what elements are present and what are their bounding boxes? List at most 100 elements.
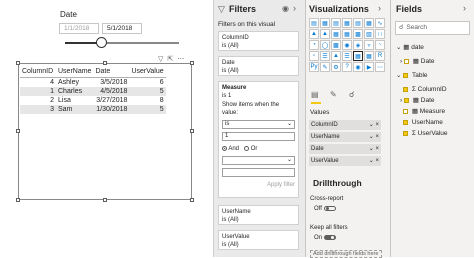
second-operator-dropdown[interactable]: ⌄ xyxy=(222,156,295,165)
python-visual-icon[interactable]: Py xyxy=(309,62,319,72)
toggle-switch[interactable] xyxy=(323,235,336,240)
map-icon[interactable]: ◉ xyxy=(342,40,352,50)
operator-dropdown[interactable]: is ⌄ xyxy=(222,120,295,129)
operand-input[interactable]: 1 xyxy=(222,132,295,141)
stacked-column-icon[interactable]: ▦ xyxy=(320,18,330,28)
more-options-icon[interactable]: ⋯ xyxy=(177,55,184,63)
slicer-start-date[interactable]: 1/1/2018 xyxy=(59,23,99,34)
field-item-columnid[interactable]: Σ ColumnID xyxy=(403,85,447,94)
checkbox[interactable] xyxy=(403,58,409,64)
checkbox-checked[interactable] xyxy=(403,119,408,125)
line-chart-icon[interactable]: ∿ xyxy=(375,18,385,28)
donut-chart-icon[interactable]: ◯ xyxy=(320,40,330,50)
resize-handle[interactable] xyxy=(16,61,20,65)
values-well-item[interactable]: UserName ⌄ × xyxy=(309,132,381,142)
filter-card-value: is (All) xyxy=(222,68,239,74)
scatter-icon[interactable]: ∷ xyxy=(375,29,385,39)
column-header[interactable]: ColumnID xyxy=(20,66,56,78)
area-chart-icon[interactable]: ▲ xyxy=(309,29,319,39)
filter-card-date[interactable]: Date is (All) xyxy=(218,56,299,76)
filter-card-measure[interactable]: Measure is 1 Show items when the value: … xyxy=(218,81,299,198)
collapse-pane-icon[interactable]: › xyxy=(463,3,466,13)
checkbox-checked[interactable] xyxy=(403,97,409,103)
column-header[interactable]: UserValue xyxy=(129,66,166,78)
field-item-measure[interactable]: ▦ Measure xyxy=(403,107,445,116)
toggle-switch[interactable] xyxy=(323,206,336,211)
filter-card-columnid[interactable]: ColumnID is (All) xyxy=(218,31,299,51)
more-visuals-icon[interactable]: ⋯ xyxy=(375,62,385,72)
fields-search-box[interactable]: ☌ Search xyxy=(395,21,470,35)
kpi-icon[interactable]: ▲ xyxy=(331,51,341,61)
100-bar-icon[interactable]: ▤ xyxy=(353,18,363,28)
checkbox-checked[interactable] xyxy=(403,86,408,92)
funnel-icon[interactable]: ▿ xyxy=(364,40,374,50)
apply-filter-button[interactable]: Apply filter xyxy=(222,181,295,189)
keep-filters-toggle[interactable]: On xyxy=(314,235,336,241)
clustered-column-icon[interactable]: ▦ xyxy=(342,18,352,28)
filter-card-username[interactable]: UserName is (All) xyxy=(218,205,299,225)
checkbox[interactable] xyxy=(403,108,408,114)
gauge-icon[interactable]: ◝ xyxy=(375,40,385,50)
or-radio[interactable] xyxy=(244,145,250,151)
resize-handle[interactable] xyxy=(190,129,194,133)
eye-icon[interactable]: ◉ xyxy=(282,4,289,13)
treemap-icon[interactable]: ▩ xyxy=(331,40,341,50)
values-well-item[interactable]: Date ⌄ × xyxy=(309,144,381,154)
resize-handle[interactable] xyxy=(190,61,194,65)
field-item-date[interactable]: › ▦ Date xyxy=(400,96,435,105)
resize-handle[interactable] xyxy=(16,129,20,133)
collapse-pane-icon[interactable]: › xyxy=(378,3,381,13)
format-paint-roller-icon[interactable]: ✎ xyxy=(330,90,342,100)
field-table-table[interactable]: ⌄ Table xyxy=(396,71,428,80)
collapse-pane-icon[interactable]: › xyxy=(293,3,296,13)
slicer-handle[interactable] xyxy=(96,37,107,48)
powerapps-icon[interactable]: ▶ xyxy=(364,62,374,72)
remove-field-icon[interactable]: ⌄ × xyxy=(369,156,379,166)
cross-report-toggle[interactable]: Off xyxy=(314,206,336,212)
field-item-username[interactable]: UserName xyxy=(403,118,443,127)
ribbon-chart-icon[interactable]: ▩ xyxy=(353,29,363,39)
100-column-icon[interactable]: ▦ xyxy=(364,18,374,28)
clustered-bar-icon[interactable]: ▤ xyxy=(331,18,341,28)
checkbox-checked[interactable] xyxy=(403,130,408,136)
table-icon[interactable]: ▦ xyxy=(353,51,363,61)
values-well-item[interactable]: ColumnID ⌄ × xyxy=(309,120,381,130)
waterfall-icon[interactable]: ▧ xyxy=(364,29,374,39)
values-well-item[interactable]: UserValue ⌄ × xyxy=(309,156,381,166)
and-radio[interactable] xyxy=(222,145,227,151)
remove-field-icon[interactable]: ⌄ × xyxy=(369,144,379,154)
filled-map-icon[interactable]: ◈ xyxy=(353,40,363,50)
remove-field-icon[interactable]: ⌄ × xyxy=(369,132,379,142)
matrix-icon[interactable]: ▦ xyxy=(364,51,374,61)
remove-field-icon[interactable]: ⌄ × xyxy=(369,120,379,130)
stacked-bar-icon[interactable]: ▤ xyxy=(309,18,319,28)
arcgis-icon[interactable]: ◉ xyxy=(353,62,363,72)
r-visual-icon[interactable]: R xyxy=(375,51,385,61)
focus-mode-icon[interactable]: ⇱ xyxy=(167,55,173,63)
decomposition-tree-icon[interactable]: ⚙ xyxy=(331,62,341,72)
line-stacked-column-icon[interactable]: ▦ xyxy=(342,29,352,39)
analytics-magnifier-icon[interactable]: ☌ xyxy=(349,90,361,100)
resize-handle[interactable] xyxy=(16,198,20,202)
multi-row-card-icon[interactable]: ☰ xyxy=(320,51,330,61)
resize-handle[interactable] xyxy=(190,198,194,202)
filter-card-uservalue[interactable]: UserValue is (All) xyxy=(218,230,299,250)
key-influencers-icon[interactable]: ✎ xyxy=(320,62,330,72)
pie-chart-icon[interactable]: ◔ xyxy=(309,40,319,50)
line-column-icon[interactable]: ▦ xyxy=(331,29,341,39)
column-header[interactable]: Date xyxy=(93,66,130,78)
stacked-area-icon[interactable]: ▲ xyxy=(320,29,330,39)
column-header[interactable]: UserName xyxy=(56,66,94,78)
slicer-icon[interactable]: ☰ xyxy=(342,51,352,61)
fields-tab-icon[interactable]: ▤ xyxy=(311,90,323,100)
card-icon[interactable]: ▫ xyxy=(309,51,319,61)
slicer-end-date[interactable]: 5/1/2018 xyxy=(102,23,142,34)
filter-icon[interactable]: ▽ xyxy=(158,55,163,63)
second-operand-input[interactable] xyxy=(222,168,295,177)
field-table-date[interactable]: ⌄ ▦ date xyxy=(396,43,424,52)
qa-icon[interactable]: ? xyxy=(342,62,352,72)
field-item-date-column[interactable]: › ▦ Date xyxy=(400,57,435,66)
field-item-uservalue[interactable]: Σ UserValue xyxy=(403,129,448,138)
resize-handle[interactable] xyxy=(103,61,107,65)
resize-handle[interactable] xyxy=(103,198,107,202)
